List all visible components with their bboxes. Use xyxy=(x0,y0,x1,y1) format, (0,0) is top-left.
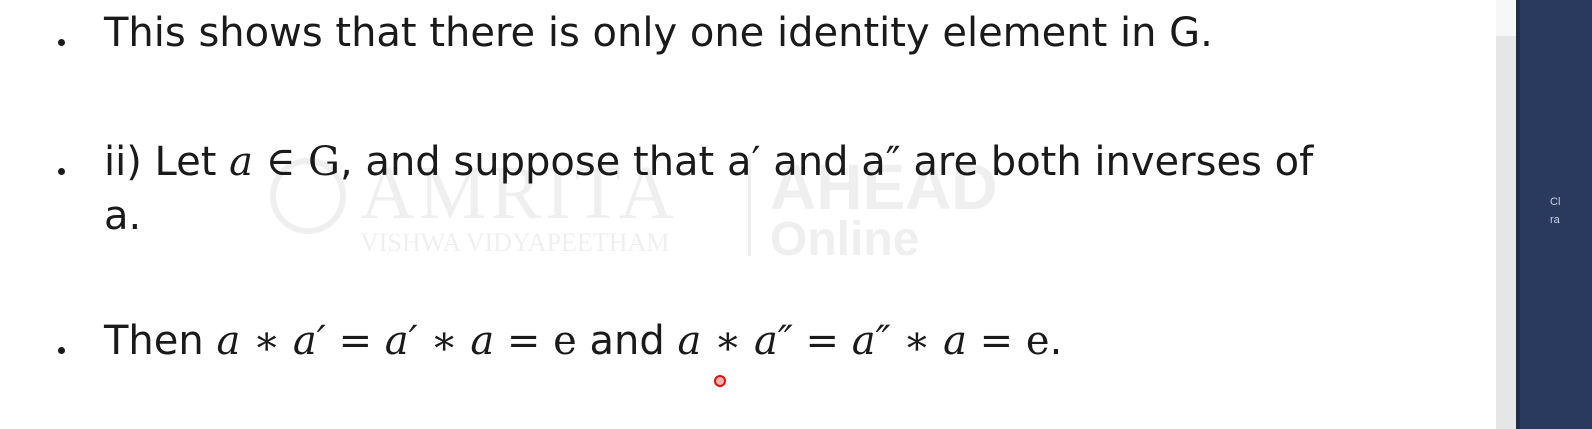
side-panel-text-2: ra xyxy=(1550,214,1560,226)
pointer-cursor-icon xyxy=(714,375,726,387)
math-segment: e xyxy=(553,318,577,364)
bullet-text: Then a ∗ a′ = a′ ∗ a = e and a ∗ a″ = a″… xyxy=(104,314,1344,368)
math-segment: a xyxy=(229,139,253,185)
bullet-text-segment: and xyxy=(576,318,678,364)
math-segment: a ∗ a′ = a′ ∗ a = xyxy=(216,318,554,364)
screen: AMRITA VISHWA VIDYAPEETHAM AHEAD Online … xyxy=(0,0,1592,429)
side-panel: Cl ra xyxy=(1516,0,1592,429)
bullet-text: This shows that there is only one identi… xyxy=(104,6,1344,60)
side-panel-body: Cl ra xyxy=(1520,0,1592,429)
bullet-dot-icon xyxy=(58,39,65,46)
bullet-text-segment: . xyxy=(1049,318,1063,364)
math-segment: a ∗ a″ = a″ ∗ a = xyxy=(677,318,1026,364)
math-segment: ∈ G xyxy=(265,139,340,185)
side-panel-text-1: Cl xyxy=(1550,196,1561,208)
bullet-text-segment: This shows that there is only one identi… xyxy=(104,10,1213,56)
bullet-text: ii) Let a ∈ G, and suppose that a′ and a… xyxy=(104,135,1344,243)
bullet-dot-icon xyxy=(58,168,65,175)
bullet-text-segment: ii) Let xyxy=(104,139,230,185)
bullet-dot-icon xyxy=(58,347,65,354)
scrollbar-thumb[interactable] xyxy=(1496,0,1516,36)
slide-content: AMRITA VISHWA VIDYAPEETHAM AHEAD Online … xyxy=(0,0,1496,429)
vertical-scrollbar[interactable] xyxy=(1496,0,1516,429)
bullet-text-segment: Then xyxy=(104,318,217,364)
math-segment: e xyxy=(1025,318,1050,364)
bullet-text-segment xyxy=(253,139,266,185)
